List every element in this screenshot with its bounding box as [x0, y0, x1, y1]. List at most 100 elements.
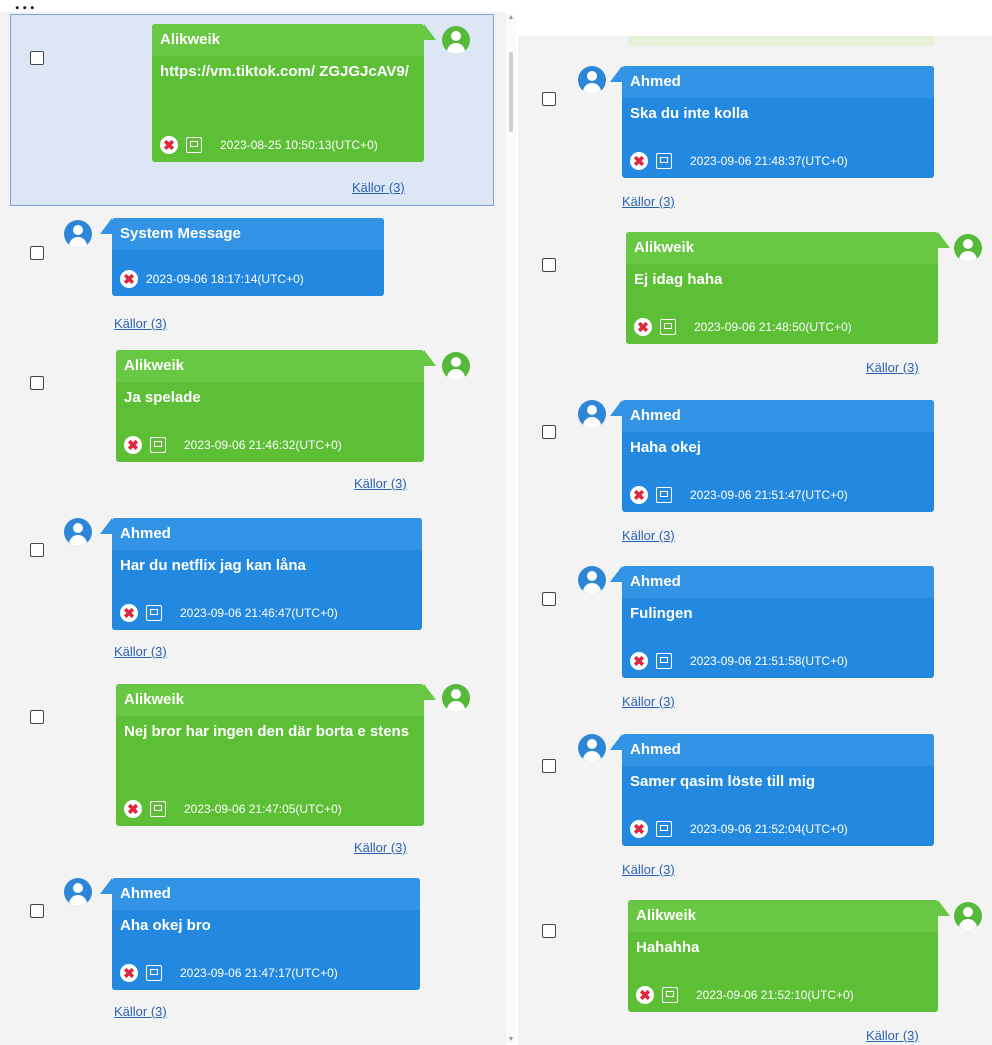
message-text: Ej idag haha: [634, 271, 723, 288]
message-text: https://vm.tiktok.com/ ZGJGJcAV9/: [160, 63, 409, 80]
sender-name: Ahmed: [622, 400, 934, 432]
copy-icon[interactable]: [656, 487, 672, 503]
delete-x-icon[interactable]: ✖: [630, 652, 648, 670]
message-bubble[interactable]: Ahmed Har du netflix jag kan låna ✖ 2023-09…: [100, 518, 422, 630]
message-bubble[interactable]: Ahmed Samer qasim löste till mig ✖ 2023-09-…: [610, 734, 934, 846]
message-text: Ska du inte kolla: [630, 105, 749, 122]
user-avatar-icon: [578, 66, 606, 94]
bubble-tail: [610, 400, 622, 416]
message-timestamp: 2023-09-06 21:52:10(UTC+0): [696, 988, 854, 1002]
message-bubble[interactable]: Alikweik Ja spelade ✖ 2023-09-06 21:46:32(U…: [116, 350, 436, 462]
select-checkbox[interactable]: [542, 425, 556, 439]
select-checkbox[interactable]: [542, 592, 556, 606]
scroll-down-arrow[interactable]: ▼: [506, 1036, 516, 1044]
bubble-tail: [424, 684, 436, 700]
copy-icon[interactable]: [656, 153, 672, 169]
sources-link[interactable]: Källor (3): [354, 840, 407, 855]
select-checkbox[interactable]: [542, 924, 556, 938]
sender-name: Ahmed: [112, 878, 420, 910]
message-timestamp: 2023-09-06 21:51:58(UTC+0): [690, 654, 848, 668]
user-avatar-icon: [442, 352, 470, 380]
user-avatar-icon: [954, 902, 982, 930]
message-timestamp: 2023-09-06 21:47:05(UTC+0): [184, 802, 342, 816]
select-checkbox[interactable]: [30, 376, 44, 390]
message-bubble[interactable]: Alikweik https://vm.tiktok.com/ ZGJGJcAV9…: [152, 24, 436, 162]
sender-name: Ahmed: [622, 734, 934, 766]
copy-icon[interactable]: [150, 801, 166, 817]
message-bubble[interactable]: Ahmed Ska du inte kolla ✖ 2023-09-06 21:48:…: [610, 66, 934, 178]
message-timestamp: 2023-09-06 21:46:47(UTC+0): [180, 606, 338, 620]
delete-x-icon[interactable]: ✖: [634, 318, 652, 336]
delete-x-icon[interactable]: ✖: [120, 604, 138, 622]
message-text: Nej bror har ingen den där borta e stens: [124, 723, 410, 740]
message-meta: ✖ 2023-09-06 21:46:47(UTC+0): [120, 603, 338, 623]
message-timestamp: 2023-09-06 21:48:37(UTC+0): [690, 154, 848, 168]
bubble-tail: [610, 566, 622, 582]
copy-icon[interactable]: [150, 437, 166, 453]
bubble-tail: [610, 734, 622, 750]
scroll-thumb[interactable]: [509, 52, 513, 132]
message-bubble[interactable]: Alikweik Ej idag haha ✖ 2023-09-06 21:48:50…: [626, 232, 950, 344]
select-checkbox[interactable]: [30, 51, 44, 65]
select-checkbox[interactable]: [542, 759, 556, 773]
delete-x-icon[interactable]: ✖: [120, 270, 138, 288]
sources-link[interactable]: Källor (3): [622, 194, 675, 209]
message-text: Ja spelade: [124, 389, 201, 406]
sources-link[interactable]: Källor (3): [354, 476, 407, 491]
sources-link[interactable]: Källor (3): [622, 694, 675, 709]
message-text: Hahahha: [636, 939, 700, 956]
sources-link[interactable]: Källor (3): [866, 360, 919, 375]
sender-name: Alikweik: [116, 350, 424, 382]
select-checkbox[interactable]: [542, 258, 556, 272]
message-bubble[interactable]: Alikweik Hahahha ✖ 2023-09-06 21:52:10(UTC+…: [628, 900, 950, 1012]
message-bubble[interactable]: System Message ✖ 2023-09-06 18:17:14(UTC+0…: [100, 218, 384, 296]
copy-icon[interactable]: [146, 605, 162, 621]
copy-icon[interactable]: [662, 987, 678, 1003]
select-checkbox[interactable]: [30, 246, 44, 260]
copy-icon[interactable]: [656, 653, 672, 669]
delete-x-icon[interactable]: ✖: [120, 964, 138, 982]
top-partial-bubble: [628, 36, 934, 46]
bubble-tail: [100, 878, 112, 894]
left-scrollbar[interactable]: ▲ ▼: [506, 14, 516, 1044]
message-bubble[interactable]: Ahmed Fulingen ✖ 2023-09-06 21:51:58(UTC+0): [610, 566, 934, 678]
sources-link[interactable]: Källor (3): [866, 1028, 919, 1043]
delete-x-icon[interactable]: ✖: [636, 986, 654, 1004]
sender-name: System Message: [112, 218, 384, 250]
message-bubble[interactable]: Ahmed Aha okej bro ✖ 2023-09-06 21:47:17(UT…: [100, 878, 420, 990]
message-timestamp: 2023-09-06 18:17:14(UTC+0): [146, 272, 304, 286]
bubble-tail: [100, 218, 112, 234]
sources-link[interactable]: Källor (3): [114, 644, 167, 659]
delete-x-icon[interactable]: ✖: [630, 820, 648, 838]
right-message-panel: [518, 36, 992, 1045]
message-text: Haha okej: [630, 439, 701, 456]
message-meta: ✖ 2023-09-06 21:51:58(UTC+0): [630, 651, 848, 671]
sources-link[interactable]: Källor (3): [352, 180, 405, 195]
delete-x-icon[interactable]: ✖: [124, 436, 142, 454]
select-checkbox[interactable]: [542, 92, 556, 106]
copy-icon[interactable]: [186, 137, 202, 153]
sources-link[interactable]: Källor (3): [622, 528, 675, 543]
select-checkbox[interactable]: [30, 710, 44, 724]
delete-x-icon[interactable]: ✖: [630, 486, 648, 504]
sources-link[interactable]: Källor (3): [622, 862, 675, 877]
sources-link[interactable]: Källor (3): [114, 1004, 167, 1019]
bubble-tail: [938, 232, 950, 248]
scroll-up-arrow[interactable]: ▲: [506, 14, 516, 22]
copy-icon[interactable]: [146, 965, 162, 981]
sources-link[interactable]: Källor (3): [114, 316, 167, 331]
message-meta: ✖ 2023-09-06 21:48:37(UTC+0): [630, 151, 848, 171]
delete-x-icon[interactable]: ✖: [124, 800, 142, 818]
sender-name: Ahmed: [112, 518, 422, 550]
message-bubble[interactable]: Alikweik Nej bror har ingen den där borta…: [116, 684, 436, 826]
copy-icon[interactable]: [660, 319, 676, 335]
select-checkbox[interactable]: [30, 543, 44, 557]
copy-icon[interactable]: [656, 821, 672, 837]
delete-x-icon[interactable]: ✖: [160, 136, 178, 154]
bubble-tail: [610, 66, 622, 82]
user-avatar-icon: [954, 234, 982, 262]
delete-x-icon[interactable]: ✖: [630, 152, 648, 170]
select-checkbox[interactable]: [30, 904, 44, 918]
message-bubble[interactable]: Ahmed Haha okej ✖ 2023-09-06 21:51:47(UTC+0…: [610, 400, 934, 512]
message-meta: ✖ 2023-09-06 18:17:14(UTC+0): [120, 269, 304, 289]
